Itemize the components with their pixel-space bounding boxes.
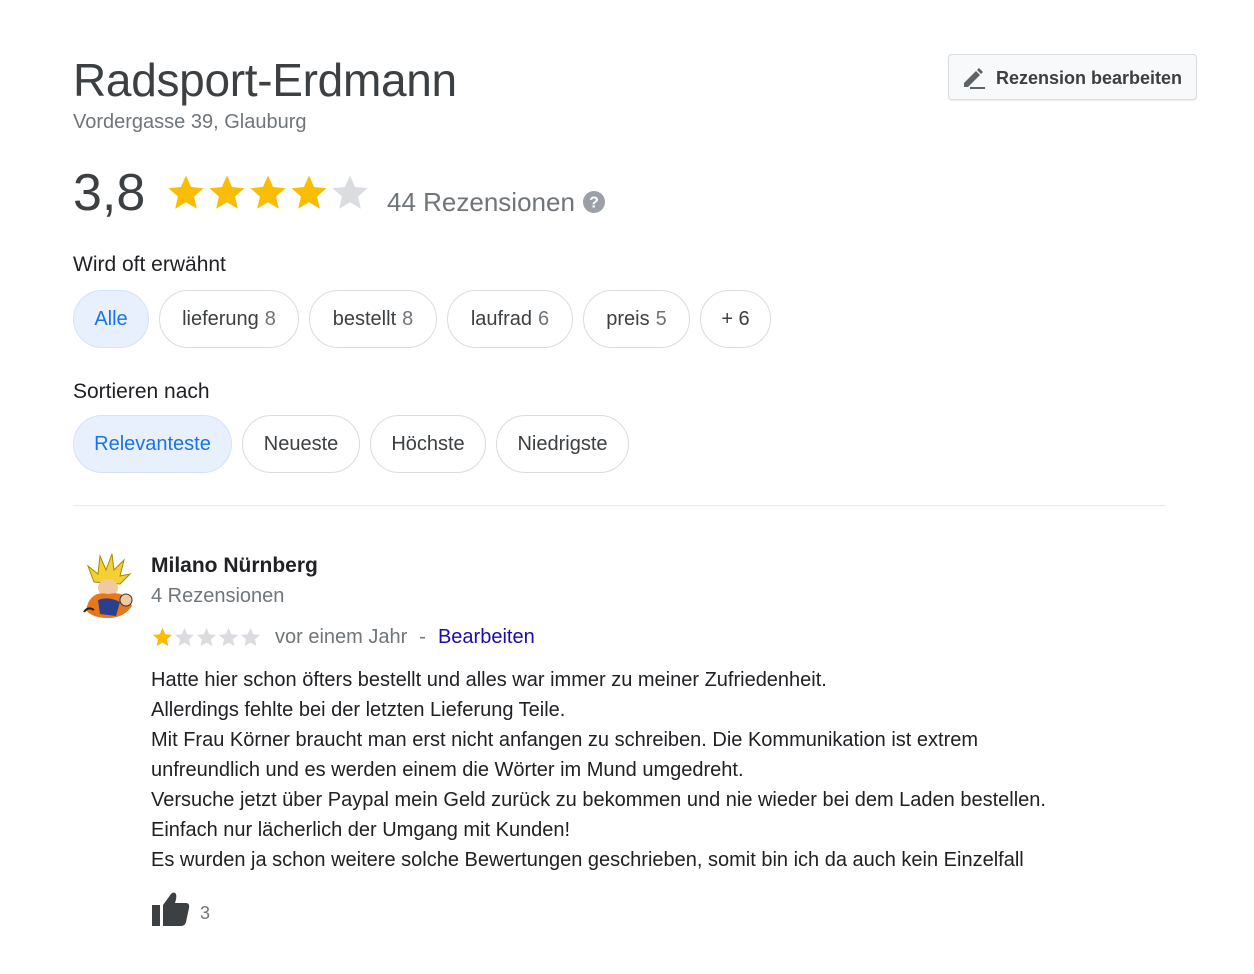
chip-label: laufrad [470,308,533,330]
svg-text:?: ? [589,195,599,212]
mentions-label: Wird oft erwähnt [73,253,226,276]
review-text: Hatte hier schon öfters bestellt und all… [151,665,1161,875]
rating-stars [165,172,370,214]
review-time: vor einem Jahr [275,626,408,648]
sort-option-label: Relevanteste [94,433,211,455]
review-line: Mit Frau Körner braucht man erst nicht a… [151,729,979,751]
review-line: Einfach nur lächerlich der Umgang mit Ku… [151,819,571,841]
business-name: Radsport-Erdmann [73,54,457,106]
chip-label: preis [606,308,650,330]
divider [73,505,1166,506]
sort-niedrigste[interactable]: Niedrigste [496,415,629,473]
star-filled-icon [152,627,173,646]
reviewer-name[interactable]: Milano Nürnberg [151,554,318,578]
thumbs-up-icon[interactable] [151,891,191,927]
chip-label: bestellt [332,308,397,330]
business-address: Vordergasse 39, Glauburg [73,111,307,133]
sort-hoechste[interactable]: Höchste [370,415,486,473]
edit-review-button[interactable]: Rezension bearbeiten [948,54,1197,100]
chip-label: + 6 [721,308,750,330]
pencil-icon [964,68,985,89]
reviewer-review-count[interactable]: 4 Rezensionen [151,584,284,608]
like-count: 3 [200,903,211,923]
chip-count: 5 [655,308,667,330]
sort-option-label: Höchste [391,433,465,455]
chip-bestellt[interactable]: bestellt 8 [309,290,437,348]
edit-review-label: Rezension bearbeiten [996,68,1183,88]
chip-count: 8 [402,308,414,330]
review-line: unfreundlich und es werden einem die Wör… [151,759,744,781]
sort-relevanteste[interactable]: Relevanteste [73,415,232,473]
review-line: Es wurden ja schon weitere solche Bewert… [151,849,1024,871]
star-filled-icon [250,175,286,209]
sort-label: Sortieren nach [73,380,210,403]
review-line: Versuche jetzt über Paypal mein Geld zur… [151,789,1046,811]
rating-value: 3,8 [73,164,146,222]
star-filled-icon [168,175,204,209]
star-filled-icon [209,175,245,209]
star-empty-icon [332,175,368,209]
chip-count: 6 [538,308,550,330]
help-circle-icon[interactable]: ? [582,190,606,214]
sort-option-label: Niedrigste [517,433,608,455]
review-count[interactable]: 44 Rezensionen [387,187,575,217]
chip-preis[interactable]: preis 5 [583,290,690,348]
chip-lieferung[interactable]: lieferung 8 [159,290,299,348]
star-filled-icon [291,175,327,209]
star-empty-icon [218,627,239,646]
chip-more[interactable]: + 6 [700,290,771,348]
avatar[interactable] [80,552,138,620]
chip-count: 8 [264,308,276,330]
sort-neueste[interactable]: Neueste [242,415,360,473]
chip-laufrad[interactable]: laufrad 6 [447,290,573,348]
meta-separator: - [419,625,426,648]
star-empty-icon [196,627,217,646]
edit-link[interactable]: Bearbeiten [438,624,535,650]
chip-alle[interactable]: Alle [73,290,149,348]
chip-label: lieferung [182,308,259,330]
review-panel: Radsport-Erdmann Vordergasse 39, Glaubur… [0,0,1254,974]
review-meta: vor einem Jahr - Bearbeiten [151,624,535,650]
star-empty-icon [240,627,261,646]
review-stars [151,626,261,649]
review-line: Allerdings fehlte bei der letzten Liefer… [151,699,566,721]
sort-option-label: Neueste [263,433,339,455]
chip-label: Alle [94,308,128,330]
review-line: Hatte hier schon öfters bestellt und all… [151,669,827,691]
star-empty-icon [174,627,195,646]
